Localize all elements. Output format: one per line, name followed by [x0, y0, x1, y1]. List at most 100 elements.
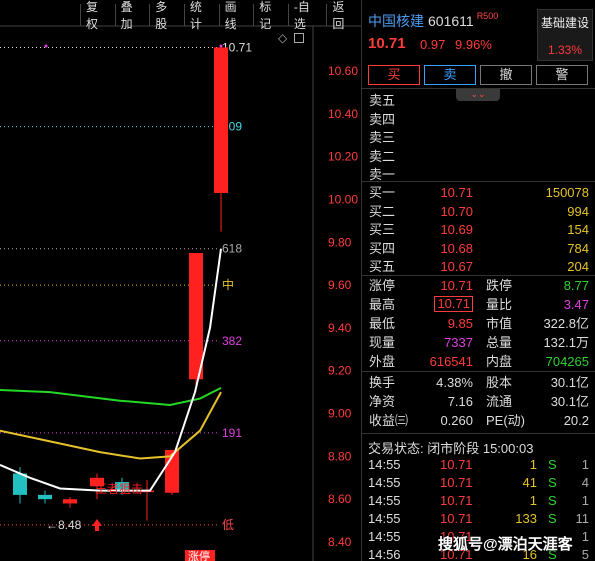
toolbar-button-mark[interactable]: 标记 [253, 0, 288, 31]
tick-vol: 133 [515, 511, 537, 526]
tick-price: 10.71 [440, 475, 473, 490]
stat-label: 总量 [486, 335, 513, 350]
price-axis-label: 9.20 [328, 364, 352, 378]
sell-button[interactable]: 卖 [424, 65, 476, 85]
sector-box[interactable]: 基础建设 1.33% [537, 9, 593, 61]
tick-side: S [548, 493, 557, 508]
cancel-order-button[interactable]: 撤 [480, 65, 532, 85]
stat-row: 涨停 10.71 跌停 8.77 [362, 277, 595, 295]
tick-time: 14:55 [368, 493, 401, 508]
order-level-row[interactable]: 买三 10.69 154 [362, 221, 595, 239]
stat-row: 外盘 616541 内盘 704265 [362, 353, 595, 371]
maximize-icon[interactable] [294, 33, 304, 43]
marker-dot [44, 44, 48, 48]
sector-label: 基础建设 [540, 16, 589, 30]
stat-label: PE(动) [486, 413, 526, 428]
order-level-row[interactable]: 买四 10.68 784 [362, 240, 595, 258]
level-label: 卖四 [369, 111, 396, 127]
level-price: 10.67 [440, 259, 473, 274]
tick-price: 10.71 [440, 457, 473, 472]
stat-label: 最高 [369, 297, 396, 312]
tick-side: S [548, 511, 557, 526]
stock-name: 中国核建 [368, 13, 424, 29]
candle-body [38, 494, 52, 500]
level-label: 买二 [369, 203, 396, 219]
order-level-row[interactable]: 卖四 [362, 111, 595, 129]
price-axis-label: 10.40 [328, 107, 358, 121]
stat-value: 7.16 [447, 394, 473, 409]
level-label: 191 [222, 426, 242, 440]
level-price: 10.69 [440, 222, 473, 237]
stat-value: 10.71 [434, 296, 473, 312]
order-level-row[interactable]: 买五 10.67 204 [362, 258, 595, 276]
tick-num: 11 [575, 511, 590, 526]
tick-price: 10.71 [440, 511, 473, 526]
stat-value: 30.1亿 [550, 375, 589, 390]
toolbar-button-statistics[interactable]: 统计 [183, 0, 219, 31]
level-volume: 150078 [545, 185, 589, 200]
level-label: 618 [222, 242, 242, 256]
price-axis-label: 10.60 [328, 64, 358, 78]
level-price: 10.68 [440, 240, 473, 256]
tick-time: 14:55 [368, 529, 401, 544]
stat-value: 3.47 [563, 297, 589, 312]
price-axis-label: 9.00 [328, 407, 352, 421]
stat-label: 内盘 [486, 354, 513, 369]
stat-row: 收益㈢ 0.260 PE(动) 20.2 [362, 412, 595, 430]
stat-label: 跌停 [486, 278, 513, 293]
toolbar-button-fuquan[interactable]: 复权 [80, 0, 115, 31]
stat-label: 市值 [486, 316, 513, 331]
stock-code: 601611 [428, 13, 474, 29]
toolbar-button-remove-watchlist[interactable]: -自选 [287, 0, 327, 31]
toolbar-button-multi-stock[interactable]: 多股 [149, 0, 184, 31]
stat-row: 现量 7337 总量 132.1万 [362, 334, 595, 352]
level-label: 卖五 [369, 93, 396, 108]
stat-value: 616541 [429, 354, 473, 369]
divider [362, 371, 595, 372]
tick-num: 4 [581, 475, 589, 490]
ma-line-green [0, 386, 222, 406]
stat-label: 净资 [369, 394, 396, 409]
tick-row: 14:55 10.71 1 S 1 [362, 492, 595, 510]
buy-button[interactable]: 买 [368, 65, 420, 85]
stat-value: 10.71 [440, 278, 473, 293]
level-label: 买三 [369, 222, 396, 237]
toolbar-button-draw-line[interactable]: 画线 [218, 0, 254, 31]
stat-label: 换手 [369, 375, 396, 390]
tick-time: 14:55 [368, 475, 401, 490]
toolbar-button-back[interactable]: 返回 [326, 0, 361, 31]
order-level-row[interactable]: 卖二 [362, 148, 595, 166]
trade-buttons: 买 卖 撤 警 [368, 65, 588, 85]
order-level-row[interactable]: 卖三 [362, 129, 595, 147]
divider [362, 433, 595, 434]
price-change: 0.97 [420, 37, 446, 52]
price-axis-label: 10.20 [328, 150, 358, 164]
level-label: 中 [222, 277, 234, 292]
divider [362, 181, 595, 182]
tick-time: 14:56 [368, 547, 401, 561]
order-level-row[interactable]: 卖五 [362, 92, 595, 110]
kline-chart[interactable]: 10.60 10.40 10.20 10.00 9.80 9.60 9.40 9.20 9.00… [0, 0, 361, 561]
level-label: 买五 [369, 259, 396, 274]
trade-status: 交易状态: 闭市阶段 15:00:03 [368, 441, 534, 456]
chart-toolbar: 复权 叠加 多股 统计 画线 标记 -自选 返回 [80, 0, 361, 31]
price-axis-label: 9.80 [328, 235, 352, 249]
tick-vol: 41 [522, 475, 537, 490]
order-level-row[interactable]: 买二 10.70 994 [362, 203, 595, 221]
stat-row: 最高 10.71 量比 3.47 [362, 296, 595, 314]
alert-button[interactable]: 警 [536, 65, 588, 85]
diamond-icon[interactable]: ◇ [278, 31, 287, 45]
stat-label: 涨停 [369, 278, 396, 293]
price-axis-label: 8.40 [328, 535, 352, 549]
kline-chart-svg[interactable]: 10.60 10.40 10.20 10.00 9.80 9.60 9.40 9.20 9.00… [0, 0, 361, 561]
tick-vol: 1 [529, 457, 537, 472]
level-volume: 204 [567, 259, 589, 274]
tick-row: 14:55 10.71 1 S 1 [362, 456, 595, 474]
stat-label: 量比 [486, 297, 513, 312]
price-axis-label: 9.40 [328, 321, 352, 335]
order-level-row[interactable]: 买一 10.71 150078 [362, 184, 595, 202]
level-volume: 784 [567, 240, 589, 256]
toolbar-button-overlay[interactable]: 叠加 [114, 0, 150, 31]
level-price: 10.71 [440, 185, 473, 200]
candle-body [13, 473, 27, 495]
